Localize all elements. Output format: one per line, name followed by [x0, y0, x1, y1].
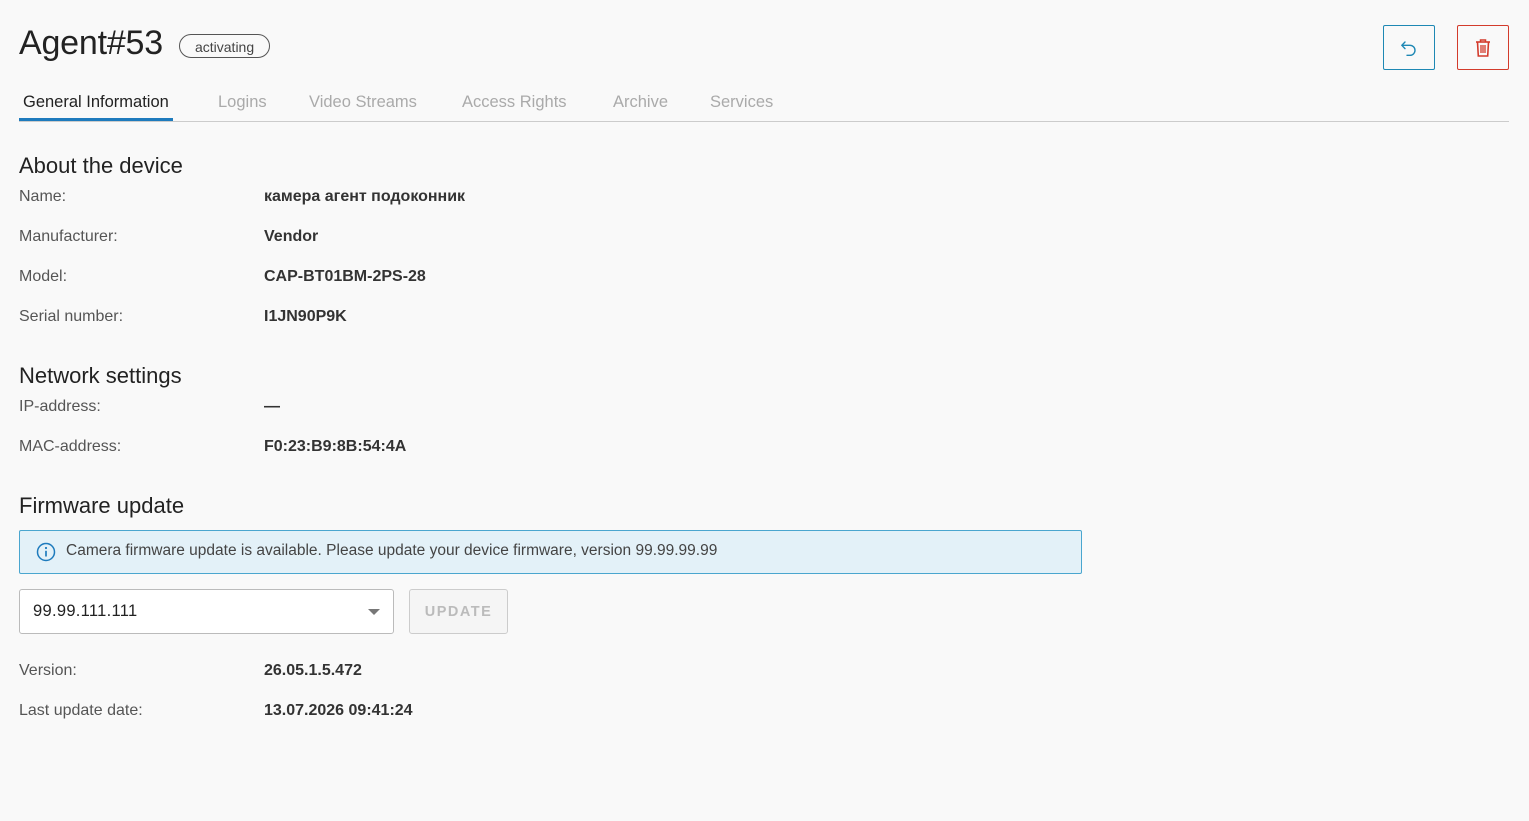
version-value: 26.05.1.5.472 — [264, 662, 362, 679]
model-label: Model: — [19, 268, 68, 285]
status-badge: activating — [178, 33, 271, 58]
mac-address-label: MAC-address: — [19, 438, 122, 455]
tab-bar: General Information Logins Video Streams… — [19, 84, 1509, 122]
info-circle-icon — [36, 542, 56, 562]
last-update-date-label: Last update date: — [19, 702, 143, 719]
chevron-down-icon — [368, 609, 380, 615]
name-label: Name: — [19, 188, 67, 205]
ip-address-value: — — [264, 398, 280, 415]
ip-address-label: IP-address: — [19, 398, 101, 415]
update-button[interactable]: UPDATE — [409, 589, 508, 634]
tab-access-rights[interactable]: Access Rights — [462, 84, 567, 121]
about-section-title: About the device — [19, 153, 183, 178]
tab-general-information[interactable]: General Information — [19, 84, 173, 121]
tab-services[interactable]: Services — [710, 84, 773, 121]
device-page: Agent#53 activating General Information … — [0, 0, 1529, 821]
mac-address-value: F0:23:B9:8B:54:4A — [264, 438, 407, 455]
tab-archive[interactable]: Archive — [613, 84, 668, 121]
manufacturer-value: Vendor — [264, 228, 319, 245]
firmware-version-select[interactable]: 99.99.111.111 — [19, 589, 394, 634]
delete-button[interactable] — [1457, 25, 1509, 70]
serial-number-value: I1JN90P9K — [264, 308, 347, 325]
name-value: камера агент подоконник — [264, 188, 466, 205]
undo-button[interactable] — [1383, 25, 1435, 70]
page-header: Agent#53 activating — [19, 24, 271, 63]
manufacturer-label: Manufacturer: — [19, 228, 118, 245]
trash-icon — [1476, 38, 1490, 57]
undo-arrow-icon — [1401, 40, 1416, 56]
serial-number-label: Serial number: — [19, 308, 124, 325]
firmware-info-alert: Camera firmware update is available. Ple… — [19, 530, 1082, 574]
firmware-version-selected: 99.99.111.111 — [33, 602, 138, 620]
model-value: CAP-BT01BM-2PS-28 — [264, 268, 426, 285]
tab-logins[interactable]: Logins — [218, 84, 267, 121]
last-update-date-value: 13.07.2026 09:41:24 — [264, 702, 413, 719]
network-section-title: Network settings — [19, 363, 182, 388]
tab-video-streams[interactable]: Video Streams — [309, 84, 417, 121]
firmware-info-text: Camera firmware update is available. Ple… — [66, 542, 718, 559]
version-label: Version: — [19, 662, 77, 679]
firmware-section-title: Firmware update — [19, 493, 185, 518]
page-title: Agent#53 — [19, 24, 163, 62]
